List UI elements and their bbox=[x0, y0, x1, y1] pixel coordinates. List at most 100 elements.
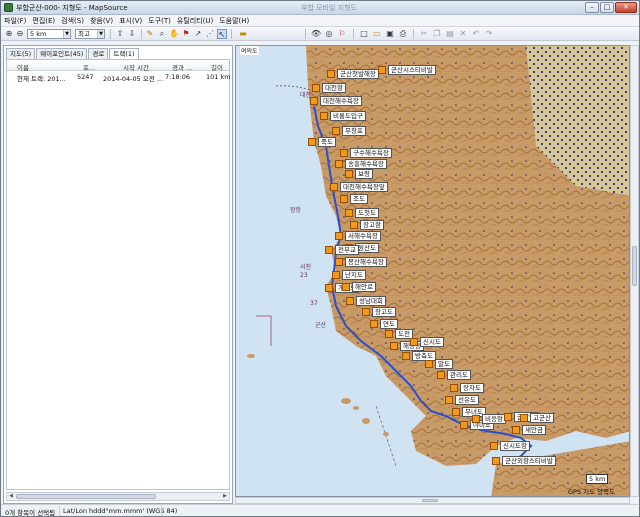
scrollbar-thumb[interactable] bbox=[632, 246, 637, 286]
list-horizontal-scrollbar[interactable]: ◀ ▶ bbox=[6, 492, 230, 501]
zoom-out-icon[interactable]: ⊖ bbox=[15, 29, 25, 39]
maximize-button[interactable]: □ bbox=[600, 2, 614, 13]
scroll-left-icon[interactable]: ◀ bbox=[7, 493, 15, 500]
waypoint-icon[interactable] bbox=[460, 421, 468, 429]
waypoint-label[interactable]: 관리도 bbox=[447, 370, 471, 380]
menu-file[interactable]: 파일(F) bbox=[4, 16, 26, 26]
waypoint-icon[interactable] bbox=[308, 138, 316, 146]
waypoint-icon[interactable] bbox=[402, 352, 410, 360]
close-button[interactable]: ✕ bbox=[615, 2, 637, 13]
map-horizontal-scrollbar[interactable] bbox=[235, 497, 630, 504]
waypoint-icon[interactable] bbox=[332, 271, 340, 279]
undo-icon[interactable]: ↶ bbox=[471, 29, 481, 39]
waypoint-label[interactable]: 대천해수욕장 bbox=[320, 96, 362, 106]
waypoint-icon[interactable] bbox=[512, 426, 520, 434]
scrollbar-thumb[interactable] bbox=[422, 499, 438, 502]
zoom-in-icon[interactable]: ⊕ bbox=[4, 29, 14, 39]
map-view[interactable] bbox=[235, 45, 630, 497]
waypoint-icon[interactable] bbox=[330, 183, 338, 191]
waypoint-label[interactable]: 비응항 bbox=[482, 414, 506, 424]
waypoint-icon[interactable] bbox=[335, 258, 343, 266]
waypoint-icon[interactable] bbox=[504, 413, 512, 421]
waypoint-icon[interactable] bbox=[335, 232, 343, 240]
save-icon[interactable]: ▣ bbox=[385, 29, 395, 39]
waypoint-label[interactable]: 성남대회 bbox=[356, 296, 386, 306]
waypoint-icon[interactable] bbox=[520, 414, 528, 422]
waypoint-icon[interactable] bbox=[437, 371, 445, 379]
tab-tracks[interactable]: 트랙(1) bbox=[109, 48, 139, 59]
waypoint-icon[interactable] bbox=[325, 284, 333, 292]
tab-maps[interactable]: 지도(5) bbox=[6, 48, 36, 59]
waypoint-label[interactable]: 서해수욕장 bbox=[345, 231, 381, 241]
find-near-icon[interactable]: ◎ bbox=[324, 29, 334, 39]
waypoint-label[interactable]: 신시도항 bbox=[500, 441, 530, 451]
waypoint-label[interactable]: 송흥해수욕장 bbox=[345, 159, 387, 169]
waypoint-icon[interactable] bbox=[342, 283, 350, 291]
waypoint-label[interactable]: 군산외항스티비발 bbox=[502, 456, 556, 466]
map-vertical-scrollbar[interactable] bbox=[630, 45, 639, 497]
menu-utilities[interactable]: 유틸리티(U) bbox=[177, 16, 213, 26]
waypoint-label[interactable]: 대천항 bbox=[322, 83, 346, 93]
map-canvas[interactable] bbox=[236, 46, 630, 497]
track-icon[interactable]: ⋰ bbox=[205, 29, 215, 39]
waypoint-label[interactable]: 전부교 bbox=[335, 245, 359, 255]
cut-icon[interactable]: ✂ bbox=[419, 29, 429, 39]
waypoint-label[interactable]: 장고도 bbox=[372, 307, 396, 317]
waypoint-label[interactable]: 몽산해수욕장 bbox=[345, 257, 387, 267]
menu-tools[interactable]: 도구(T) bbox=[148, 16, 171, 26]
select-icon[interactable]: ✎ bbox=[145, 29, 155, 39]
waypoint-label[interactable]: 보령 bbox=[355, 169, 373, 179]
waypoint-icon[interactable] bbox=[452, 408, 460, 416]
waypoint-label[interactable]: 새만금 bbox=[522, 425, 546, 435]
hand-icon[interactable]: ✋ bbox=[169, 29, 179, 39]
waypoint-icon[interactable] bbox=[492, 457, 500, 465]
column-header-start[interactable]: 시작 시간 bbox=[123, 62, 149, 72]
new-icon[interactable]: □ bbox=[359, 29, 369, 39]
column-header-elapsed[interactable]: 경과 ... bbox=[172, 62, 192, 72]
redo-icon[interactable]: ↷ bbox=[484, 29, 494, 39]
waypoint-label[interactable]: 군산시스티비발 bbox=[388, 65, 436, 75]
menu-search[interactable]: 검색(S) bbox=[61, 16, 84, 26]
waypoint-icon[interactable] bbox=[346, 297, 354, 305]
waypoint-label[interactable]: 대천해수욕장앞 bbox=[340, 182, 388, 192]
waypoint-icon[interactable] bbox=[450, 384, 458, 392]
menu-help[interactable]: 도움말(H) bbox=[219, 16, 249, 26]
waypoint-icon[interactable] bbox=[362, 308, 370, 316]
waypoint-label[interactable]: 죽도 bbox=[318, 137, 336, 147]
waypoint-icon[interactable] bbox=[370, 320, 378, 328]
waypoint-label[interactable]: 선유도 bbox=[455, 395, 479, 405]
waypoint-icon[interactable] bbox=[350, 221, 358, 229]
column-header-length[interactable]: 길이 bbox=[211, 62, 223, 72]
table-row[interactable]: 현재 트랙: 201... 5247 2014-04-05 오전 ... 7:1… bbox=[7, 72, 231, 83]
menu-find[interactable]: 찾음(V) bbox=[90, 16, 113, 26]
waypoint-icon[interactable] bbox=[345, 209, 353, 217]
detail-select[interactable]: 최고 ▼ bbox=[75, 29, 105, 39]
waypoint-label[interactable]: 도첫도 bbox=[355, 208, 379, 218]
waypoint-label[interactable]: 신시도 bbox=[420, 337, 444, 347]
waypoint-label[interactable]: 구수해수욕장 bbox=[350, 148, 392, 158]
waypoint-icon[interactable] bbox=[312, 84, 320, 92]
route-tool-icon[interactable]: ↗ bbox=[193, 29, 203, 39]
waypoint-icon[interactable] bbox=[340, 195, 348, 203]
open-icon[interactable]: ▭ bbox=[372, 29, 382, 39]
waypoint-label[interactable]: 말도 bbox=[435, 359, 453, 369]
paste-icon[interactable]: ▤ bbox=[445, 29, 455, 39]
column-header-name[interactable]: 이름 bbox=[17, 62, 29, 72]
waypoint-label[interactable]: 해안로 bbox=[352, 282, 376, 292]
waypoint-label[interactable]: 장자도 bbox=[460, 383, 484, 393]
scrollbar-thumb[interactable] bbox=[16, 494, 156, 499]
column-header-points[interactable]: 포... bbox=[83, 62, 95, 72]
waypoint-icon[interactable] bbox=[378, 66, 386, 74]
waypoint-icon[interactable] bbox=[490, 442, 498, 450]
waypoint-label[interactable]: 장고항 bbox=[360, 220, 384, 230]
waypoint-icon[interactable] bbox=[310, 97, 318, 105]
send-icon[interactable]: ⇧ bbox=[115, 29, 125, 39]
waypoint-icon[interactable] bbox=[340, 149, 348, 157]
scroll-right-icon[interactable]: ▶ bbox=[221, 493, 229, 500]
copy-icon[interactable]: ❐ bbox=[432, 29, 442, 39]
waypoint-label[interactable]: 비룡도입구 bbox=[330, 111, 366, 121]
receive-icon[interactable]: ⇩ bbox=[127, 29, 137, 39]
tab-routes[interactable]: 경로 bbox=[88, 48, 109, 59]
find-next-icon[interactable]: ⚐ bbox=[337, 29, 347, 39]
minimize-button[interactable]: – bbox=[585, 2, 599, 13]
